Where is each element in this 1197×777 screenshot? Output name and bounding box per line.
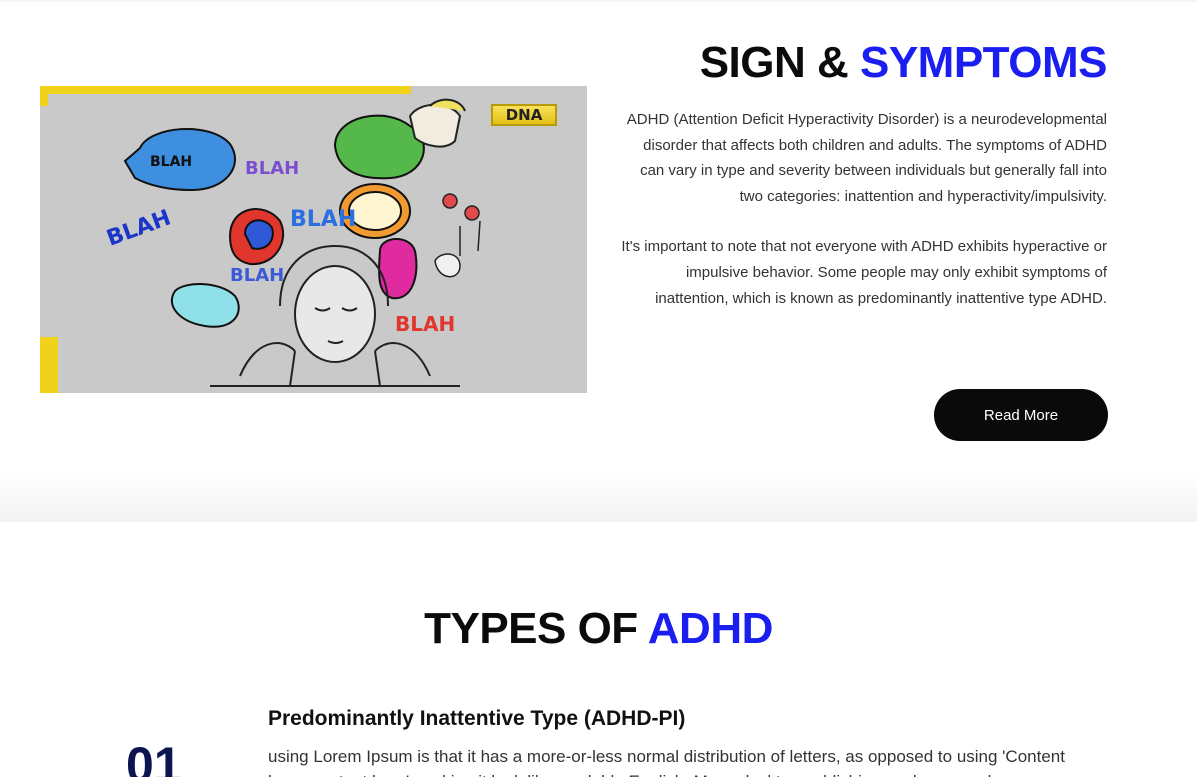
doodle-illustration: BLAH BLAH BLAH BLAH BLAH BLAH — [104, 98, 481, 387]
svg-text:BLAH: BLAH — [395, 312, 455, 336]
section-divider — [0, 470, 1197, 522]
blah-bubble-green-top — [333, 114, 425, 180]
face-doodle-top-right — [408, 98, 466, 148]
types-title-accent: ADHD — [647, 604, 774, 653]
read-more-button[interactable]: Read More — [934, 389, 1108, 441]
svg-text:BLAH: BLAH — [104, 205, 175, 251]
symptoms-paragraph-2: It's important to note that not everyone… — [621, 238, 1107, 307]
title-plain: SIGN & — [699, 38, 860, 87]
svg-text:BLAH: BLAH — [150, 154, 192, 170]
blah-bubble-red — [228, 208, 285, 266]
type-number: 01 — [126, 737, 182, 777]
svg-text:BLAH: BLAH — [245, 158, 299, 179]
type-heading: Predominantly Inattentive Type (ADHD-PI) — [268, 707, 686, 730]
dna-logo-badge: DNA — [491, 104, 557, 126]
symptoms-description: ADHD (Attention Deficit Hyperactivity Di… — [617, 107, 1107, 311]
blah-bubble-cyan — [170, 283, 240, 328]
sign-symptoms-title: SIGN & SYMPTOMS — [699, 38, 1108, 88]
types-title-plain: TYPES OF — [424, 604, 648, 653]
adhd-illustration-image: BLAH BLAH BLAH BLAH BLAH BLAH DNA — [40, 86, 587, 393]
symptoms-paragraph-1: ADHD (Attention Deficit Hyperactivity Di… — [626, 111, 1107, 205]
type-body: using Lorem Ipsum is that it has a more-… — [268, 747, 1065, 777]
flower-doodles — [434, 193, 481, 278]
blah-bubble-magenta — [378, 238, 418, 300]
top-edge — [0, 0, 1197, 3]
title-accent: SYMPTOMS — [859, 38, 1108, 87]
svg-text:BLAH: BLAH — [290, 207, 356, 232]
svg-text:BLAH: BLAH — [230, 265, 284, 286]
types-of-adhd-title: TYPES OF ADHD — [0, 604, 1197, 654]
